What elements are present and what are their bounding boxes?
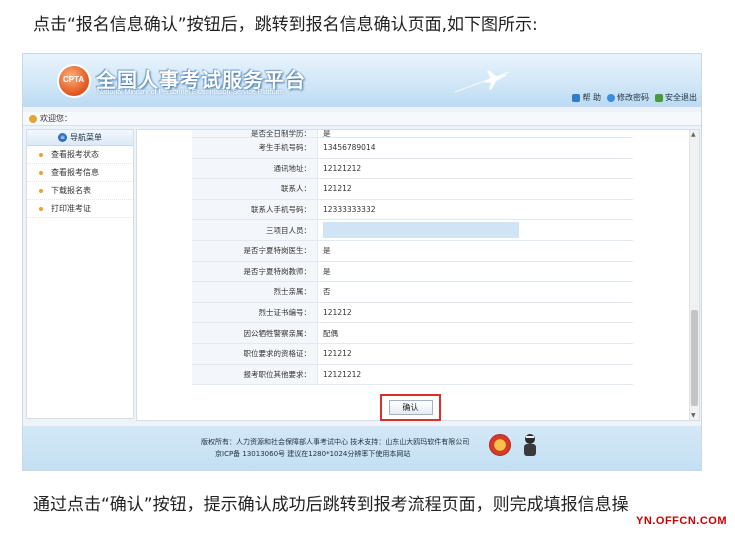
row-value: 是 xyxy=(323,246,331,256)
logo-text: CPTA xyxy=(63,75,85,84)
airplane-icon xyxy=(454,71,510,93)
sidebar-item-download[interactable]: 下载报名表 xyxy=(27,182,133,200)
table-row: 烈士证书编号： 121212 xyxy=(192,302,633,324)
row-label: 是否全日制学历： xyxy=(192,130,318,137)
footer-copyright: 版权所有：人力资源和社会保障部人事考试中心 技术支持：山东山大鸥玛软件有限公司 xyxy=(201,438,470,446)
logout-label: 安全退出 xyxy=(665,93,697,102)
table-row: 职位要求的资格证： 121212 xyxy=(192,343,633,365)
row-value: 是 xyxy=(323,266,331,276)
row-label: 烈士证书编号： xyxy=(192,302,318,323)
sidebar-item-label: 下载报名表 xyxy=(51,186,91,195)
screenshot-frame: CPTA 全国人事考试服务平台 National Ministry of Per… xyxy=(22,53,702,471)
sidebar-item-label: 打印准考证 xyxy=(51,204,91,213)
row-label: 联系人： xyxy=(192,179,318,199)
welcome-bar: 欢迎您： xyxy=(23,112,701,126)
row-value: 12121212 xyxy=(323,369,362,379)
row-label: 职位要求的资格证： xyxy=(192,343,318,364)
info-table: 是否全日制学历： 是 考生手机号码： 13456789014 通讯地址： 12121… xyxy=(192,130,633,386)
row-label: 三项目人员： xyxy=(192,220,318,240)
sidebar-item-print[interactable]: 打印准考证 xyxy=(27,200,133,218)
scroll-thumb[interactable] xyxy=(691,310,698,406)
menu-icon: ≡ xyxy=(58,133,67,142)
watermark: YN.OFFCN.COM xyxy=(636,515,727,527)
table-row: 报考职位其他要求： 12121212 xyxy=(192,364,633,386)
sidebar-item-label: 查看报考信息 xyxy=(51,168,99,177)
cyber-police-icon xyxy=(524,434,536,456)
table-row: 联系人： 121212 xyxy=(192,179,633,200)
bullet-icon xyxy=(39,152,43,157)
bullet-icon xyxy=(39,188,43,193)
change-password-link[interactable]: 修改密码 xyxy=(607,92,649,103)
row-label: 考生手机号码： xyxy=(192,138,318,158)
row-value: 121212 xyxy=(323,349,352,359)
help-link[interactable]: 帮 助 xyxy=(572,92,601,103)
sidebar-item-label: 查看报考状态 xyxy=(51,150,99,159)
row-label: 是否宁夏特岗医生： xyxy=(192,240,318,261)
row-value: 13456789014 xyxy=(323,143,376,153)
confirm-button[interactable]: 确认 xyxy=(388,400,433,415)
table-row: 考生手机号码： 13456789014 xyxy=(192,138,633,159)
scroll-up-icon[interactable]: ▲ xyxy=(691,131,696,138)
row-label: 是否宁夏特岗教师： xyxy=(192,261,318,282)
row-value: 12121212 xyxy=(323,163,362,173)
row-value: 121212 xyxy=(323,184,352,194)
table-row: 是否宁夏特岗医生： 是 xyxy=(192,240,633,262)
sidebar-header-label: 导航菜单 xyxy=(70,133,102,142)
intro-text: 点击“报名信息确认”按钮后，跳转到报名信息确认页面,如下图所示: xyxy=(33,15,538,35)
outro-text: 通过点击“确认”按钮，提示确认成功后跳转到报考流程页面，则完成填报信息操 xyxy=(33,495,629,515)
sidebar-item-status[interactable]: 查看报考状态 xyxy=(27,146,133,164)
sidebar-header: ≡ 导航菜单 xyxy=(27,130,133,146)
row-label: 报考职位其他要求： xyxy=(192,364,318,385)
welcome-text: 欢迎您： xyxy=(40,113,72,123)
sidebar: ≡ 导航菜单 查看报考状态 查看报考信息 下载报名表 打印准考证 xyxy=(26,129,134,419)
row-value: 否 xyxy=(323,287,331,297)
row-label: 因公牺牲警察亲属： xyxy=(192,323,318,343)
site-footer: 版权所有：人力资源和社会保障部人事考试中心 技术支持：山东山大鸥玛软件有限公司 … xyxy=(23,426,701,470)
help-label: 帮 助 xyxy=(582,93,601,102)
confirm-content: 是否全日制学历： 是 考生手机号码： 13456789014 通讯地址： 12121… xyxy=(136,129,700,421)
table-row: 联系人手机号码： 12333333332 xyxy=(192,199,633,221)
site-subtitle: National Ministry of Personnel Examinati… xyxy=(97,89,284,96)
row-label: 联系人手机号码： xyxy=(192,199,318,220)
police-badge-icon xyxy=(489,434,511,456)
table-row: 是否宁夏特岗教师： 是 xyxy=(192,261,633,283)
table-row: 三项目人员： xyxy=(192,220,633,241)
password-icon xyxy=(607,93,615,102)
table-row: 烈士亲属： 否 xyxy=(192,282,633,303)
logout-icon xyxy=(655,93,663,102)
row-value: 是 xyxy=(323,130,331,138)
footer-icp: 京ICP备 13013060号 建议在1280*1024分辨率下使用本网站 xyxy=(215,450,411,458)
change-password-label: 修改密码 xyxy=(617,93,649,102)
sidebar-item-info[interactable]: 查看报考信息 xyxy=(27,164,133,182)
row-label: 烈士亲属： xyxy=(192,282,318,302)
footer-text: 版权所有：人力资源和社会保障部人事考试中心 技术支持：山东山大鸥玛软件有限公司 … xyxy=(201,436,469,460)
top-links: 帮 助 修改密码 安全退出 xyxy=(572,92,697,103)
table-row: 是否全日制学历： 是 xyxy=(192,130,633,138)
site-banner: CPTA 全国人事考试服务平台 National Ministry of Per… xyxy=(23,54,701,107)
help-icon xyxy=(572,93,581,102)
row-value: 12333333332 xyxy=(323,205,376,215)
row-label: 通讯地址： xyxy=(192,158,318,179)
bullet-icon xyxy=(39,206,43,211)
table-row: 通讯地址： 12121212 xyxy=(192,158,633,180)
content-scrollbar[interactable]: ▲ ▼ xyxy=(689,130,699,420)
user-icon xyxy=(29,114,37,123)
row-value xyxy=(318,220,633,240)
row-value: 配偶 xyxy=(323,328,338,338)
logout-link[interactable]: 安全退出 xyxy=(655,92,697,103)
highlighted-value xyxy=(323,222,519,239)
confirm-highlight-box: 确认 xyxy=(380,394,441,421)
scroll-down-icon[interactable]: ▼ xyxy=(691,412,696,419)
table-row: 因公牺牲警察亲属： 配偶 xyxy=(192,323,633,344)
bullet-icon xyxy=(39,170,43,175)
row-value: 121212 xyxy=(323,308,352,318)
